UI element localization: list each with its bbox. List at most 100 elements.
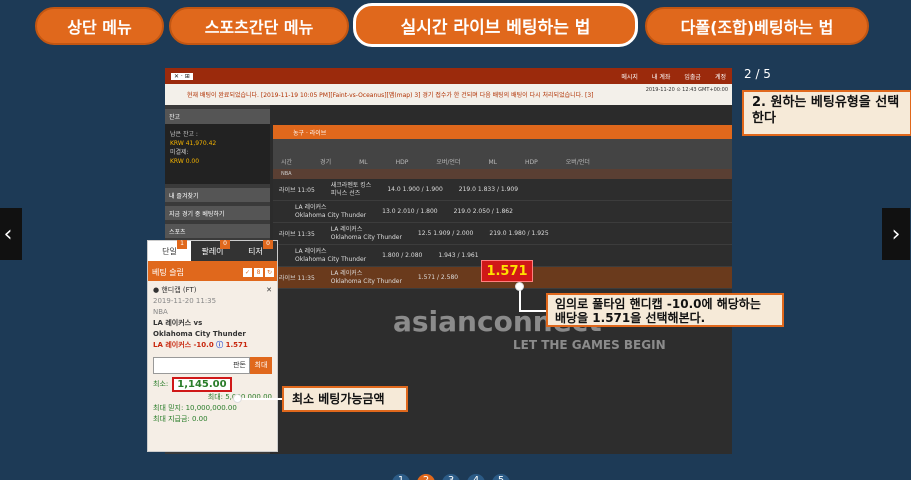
selection-line: LA 레이커스 -10.0 ⓘ 1.571 — [153, 341, 248, 349]
tab-sports-menu[interactable]: 스포츠간단 메뉴 — [169, 7, 349, 45]
bet-slip-panel: 단일 1 팔레이 0 티저 0 베팅 슬립 ✓ 8 ↻ ● 핸디캡 (FT) ✕ 201… — [147, 240, 278, 452]
hdp-odds: 1.571 / 2.580 — [417, 274, 459, 281]
pager-dot[interactable]: 5 — [492, 474, 510, 480]
column-header: 시간 — [281, 159, 293, 166]
notice-text: 현재 배팅이 완료되었습니다. [2019-11-19 10:05 PM][Fa… — [187, 92, 594, 99]
column-header: ML — [359, 159, 368, 166]
tab-top-menu[interactable]: 상단 메뉴 — [35, 7, 164, 45]
tab-parlay-betting[interactable]: 다폴(조합)베팅하는 법 — [645, 7, 869, 45]
balance-header: 잔고 — [165, 109, 270, 124]
match-time: 라이브 11:35 — [279, 231, 315, 238]
chevron-right-icon: › — [891, 221, 901, 247]
min-stake-value: 1,145.00 — [172, 377, 232, 392]
selected-odds-highlight: 1.571 — [481, 260, 533, 282]
match-teams: LA 레이커스 Oklahoma City Thunder — [330, 225, 402, 241]
site-topbar: ✕ · ⊞ 메시지 내 계좌 입출금 계정 — [165, 68, 732, 84]
slide-pager: 1 2 3 4 5 — [392, 474, 510, 480]
watermark-tagline: LET THE GAMES BEGIN — [513, 338, 666, 352]
bet-slip-title: 베팅 슬립 — [152, 267, 184, 277]
chevron-left-icon: ‹ — [3, 221, 13, 247]
stake-input[interactable]: 판돈 — [153, 357, 250, 374]
balance-line: 남은 잔고 : — [170, 131, 198, 138]
menu-deposit: 입출금 — [684, 73, 701, 81]
pager-dot[interactable]: 3 — [442, 474, 460, 480]
balance-box: 남은 잔고 : KRW 41,970.42 미결제: KRW 0.00 — [165, 124, 270, 184]
match-datetime: 2019-11-20 11:35 — [153, 297, 217, 305]
menu-account: 내 계좌 — [651, 73, 671, 81]
match-teams: 새크라멘토 킹스 피닉스 선즈 — [330, 181, 372, 197]
info-icon: ⓘ — [216, 341, 224, 349]
bet-slip-body: ● 핸디캡 (FT) ✕ 2019-11-20 11:35 NBA LA 레이커스… — [148, 281, 277, 429]
tab-single[interactable]: 단일 1 — [148, 240, 191, 261]
table-row: 라이브 11:35 LA 레이커스 Oklahoma City Thunder 1… — [273, 223, 732, 245]
count-badge: 0 — [220, 240, 230, 249]
min-label: 최소: — [153, 380, 169, 388]
balance-line: KRW 0.00 — [170, 158, 200, 165]
close-icon[interactable]: ✕ — [266, 285, 272, 296]
hdp-odds: 12.5 1.909 / 2.000 — [417, 230, 474, 237]
side-live-now: 지금 경기 중 베팅하기 — [165, 206, 270, 220]
match-time: 라이브 11:35 — [279, 275, 315, 282]
connector-dot — [515, 282, 524, 291]
pager-dot[interactable]: 4 — [467, 474, 485, 480]
menu-message: 메시지 — [621, 73, 638, 81]
home-team: LA 레이커스 vs — [153, 319, 203, 327]
refresh-icon[interactable]: ↻ — [265, 267, 274, 277]
column-header: HDP — [525, 159, 538, 166]
max-stake-button[interactable]: 최대 — [250, 357, 272, 374]
pager-dot[interactable]: 1 — [392, 474, 410, 480]
connector-line — [519, 310, 547, 312]
column-header: 오버/언더 — [436, 159, 461, 166]
away-team: Oklahoma City Thunder — [153, 330, 246, 338]
match-teams: LA 레이커스 Oklahoma City Thunder — [295, 203, 367, 219]
hdp-odds: 1.800 / 2.080 — [382, 252, 423, 259]
hdp-odds: 14.0 1.900 / 1.900 — [387, 186, 443, 193]
balance-line: 미결제: — [170, 149, 189, 156]
table-row: LA 레이커스 Oklahoma City Thunder 13.0 2.010 … — [273, 201, 732, 223]
site-logo: ✕ · ⊞ — [171, 72, 193, 80]
tab-live-betting[interactable]: 실시간 라이브 베팅하는 법 — [353, 3, 638, 47]
pager-dot[interactable]: 2 — [417, 474, 435, 480]
match-time: 라이브 11:05 — [279, 187, 315, 194]
column-header: 경기 — [320, 159, 332, 166]
ou-odds: 219.0 2.050 / 1.862 — [453, 208, 513, 215]
tab-teaser[interactable]: 티저 0 — [234, 240, 277, 261]
column-header: HDP — [395, 159, 409, 166]
server-date: 2019-11-20 ⊙ 12:43 GMT+00:00 — [645, 87, 728, 93]
count-badge: 1 — [177, 240, 187, 249]
min-stake-row: 최소: 1,145.00 — [153, 377, 272, 392]
count-badge: 0 — [263, 240, 273, 249]
callout-min-stake: 최소 베팅가능금액 — [282, 386, 408, 412]
menu-profile: 계정 — [714, 73, 726, 81]
callout-odds-note: 임의로 풀타임 핸디캡 -10.0에 해당하는 배당을 1.571을 선택해본다… — [546, 293, 784, 327]
stake-row: 판돈 최대 — [153, 357, 272, 374]
table-header: 시간 경기 ML HDP 오버/언더 ML HDP 오버/언더 — [273, 139, 732, 169]
balance-line: KRW 41,970.42 — [170, 140, 217, 147]
notice-bar: 현재 배팅이 완료되었습니다. [2019-11-19 10:05 PM][Fa… — [165, 84, 732, 105]
column-header: ML — [488, 159, 498, 166]
match-teams: LA 레이커스 Oklahoma City Thunder — [330, 269, 402, 285]
table-row: 라이브 11:05 새크라멘토 킹스 피닉스 선즈 14.0 1.900 / 1.… — [273, 179, 732, 201]
bet-slip-header: 베팅 슬립 ✓ 8 ↻ — [148, 263, 277, 281]
ou-odds: 1.943 / 1.961 — [438, 252, 479, 259]
market-label: ● 핸디캡 (FT) — [153, 286, 197, 294]
next-slide-button[interactable]: › — [882, 208, 910, 260]
league-row: NBA — [273, 169, 732, 179]
check-icon[interactable]: ✓ — [243, 267, 252, 277]
side-favorites: 내 즐겨찾기 — [165, 188, 270, 202]
column-header: 오버/언더 — [565, 159, 590, 166]
connector-line — [240, 398, 282, 400]
ou-odds: 219.0 1.980 / 1.925 — [489, 230, 549, 237]
hdp-odds: 13.0 2.010 / 1.800 — [382, 208, 438, 215]
sport-bar: 농구 · 라이브 — [273, 125, 732, 139]
count-icon: 8 — [254, 267, 263, 277]
slide-counter: 2 / 5 — [744, 67, 771, 81]
prev-slide-button[interactable]: ‹ — [0, 208, 22, 260]
match-teams: LA 레이커스 Oklahoma City Thunder — [295, 247, 367, 263]
side-sports: 스포츠 — [165, 224, 270, 238]
ou-odds: 219.0 1.833 / 1.909 — [458, 186, 519, 193]
tab-parlay[interactable]: 팔레이 0 — [191, 240, 234, 261]
max-payout-value: 최대 지급금: 0.00 — [153, 415, 208, 423]
callout-step: 2. 원하는 베팅유형을 선택한다 — [742, 90, 911, 136]
max-win-value: 최대 믿지: 10,000,000.00 — [153, 404, 237, 412]
